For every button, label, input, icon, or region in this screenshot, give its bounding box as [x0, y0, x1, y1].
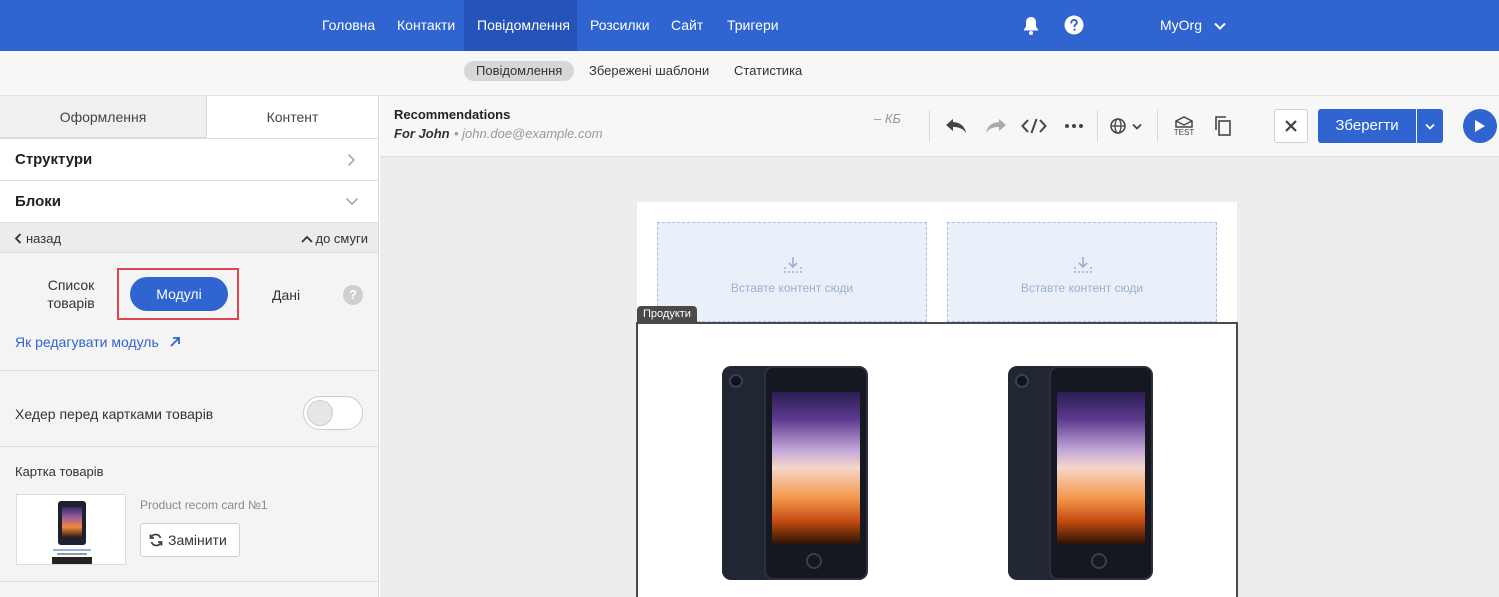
chevron-down-icon	[1214, 23, 1226, 31]
chevron-left-icon	[14, 233, 22, 244]
products-tag: Продукти	[637, 306, 697, 323]
refresh-icon	[149, 533, 163, 547]
external-link-icon	[170, 337, 180, 347]
blocks-title: Блоки	[15, 193, 62, 210]
email-body: Вставте контент сюди Вставте контент сюд…	[636, 202, 1238, 597]
subnav-saved-templates[interactable]: Збережені шаблони	[577, 61, 721, 81]
redo-icon[interactable]	[980, 110, 1012, 142]
download-icon	[784, 257, 802, 273]
test-send-button[interactable]: TEST	[1168, 110, 1200, 142]
recipient-name: For John	[394, 126, 450, 141]
chevron-down-icon	[1425, 123, 1435, 130]
save-button[interactable]: Зберегти	[1318, 109, 1416, 143]
mode-modules-button[interactable]: Модулі	[130, 277, 228, 311]
dropzone-left[interactable]: Вставте контент сюди	[657, 222, 927, 322]
close-icon[interactable]	[1274, 109, 1308, 143]
nav-site[interactable]: Сайт	[658, 0, 716, 51]
nav-home[interactable]: Головна	[309, 0, 388, 51]
code-icon[interactable]	[1018, 110, 1050, 142]
toggle-knob	[307, 400, 333, 426]
module-navbar: назад до смуги	[0, 223, 378, 253]
sidebar-tabs: Оформлення Контент	[0, 96, 378, 138]
language-dropdown[interactable]	[1105, 110, 1147, 142]
bell-icon[interactable]	[1018, 13, 1044, 39]
product-card-section: Картка товарів Product recom card №1 Зам…	[0, 447, 378, 582]
chevron-right-icon	[347, 153, 356, 167]
back-label: назад	[26, 231, 62, 246]
message-size: – КБ	[874, 111, 901, 126]
module-mode-section: Список товарів Модулі Дані ? Як редагува…	[0, 253, 378, 371]
dropzone-right[interactable]: Вставте контент сюди	[947, 222, 1217, 322]
nav-campaigns[interactable]: Розсилки	[577, 0, 663, 51]
structures-title: Структури	[15, 151, 93, 168]
card-name: Product recom card №1	[140, 498, 268, 512]
more-icon[interactable]	[1058, 110, 1090, 142]
product-image-front	[764, 366, 868, 580]
test-label: TEST	[1173, 127, 1195, 137]
blocks-section[interactable]: Блоки	[0, 181, 378, 223]
header-toggle-switch[interactable]	[303, 396, 363, 430]
undo-icon[interactable]	[940, 110, 972, 142]
recipient-email-text: john.doe@example.com	[462, 126, 603, 141]
mode-data[interactable]: Дані	[272, 287, 300, 303]
to-stripe-label: до смуги	[315, 231, 368, 246]
help-module-link[interactable]: Як редагувати модуль	[15, 334, 181, 350]
chevron-down-icon	[345, 197, 359, 206]
message-title: Recommendations	[394, 107, 511, 122]
product-card-title: Картка товарів	[15, 464, 104, 479]
email-canvas: Вставте контент сюди Вставте контент сюд…	[380, 157, 1499, 597]
structures-section[interactable]: Структури	[0, 138, 378, 181]
play-icon[interactable]	[1463, 109, 1497, 143]
subnav-statistics[interactable]: Статистика	[722, 61, 814, 81]
save-options-button[interactable]	[1417, 109, 1443, 143]
tab-design[interactable]: Оформлення	[0, 96, 207, 138]
envelope-icon	[1175, 115, 1193, 128]
help-module-link-label: Як редагувати модуль	[15, 334, 159, 350]
replace-label: Замінити	[168, 532, 227, 548]
card-thumbnail[interactable]	[16, 494, 126, 565]
editor-toolbar: Recommendations For John • john.doe@exam…	[380, 96, 1499, 157]
products-module[interactable]	[636, 322, 1238, 597]
top-navigation: Головна Контакти Повідомлення Розсилки С…	[0, 0, 1499, 51]
download-icon	[1074, 257, 1092, 273]
mode-product-list[interactable]: Список товарів	[43, 276, 99, 312]
org-name: MyOrg	[1160, 17, 1202, 33]
thumbnail-phone	[58, 501, 86, 545]
header-toggle-label: Хедер перед картками товарів	[15, 406, 214, 422]
nav-messages[interactable]: Повідомлення	[464, 0, 577, 51]
recipient-email: • john.doe@example.com	[454, 126, 603, 141]
help-icon[interactable]	[1062, 13, 1086, 37]
subnav-messages[interactable]: Повідомлення	[464, 61, 575, 81]
to-stripe-button[interactable]: до смуги	[301, 231, 368, 246]
tab-content[interactable]: Контент	[207, 96, 378, 138]
replace-button[interactable]: Замінити	[140, 523, 240, 557]
nav-contacts[interactable]: Контакти	[384, 0, 468, 51]
back-button[interactable]: назад	[14, 231, 61, 246]
header-toggle-section: Хедер перед картками товарів	[0, 371, 378, 447]
dropzone-right-text: Вставте контент сюди	[1020, 281, 1144, 295]
copy-icon[interactable]	[1207, 110, 1239, 142]
question-icon[interactable]: ?	[343, 285, 363, 305]
chevron-down-icon	[1132, 123, 1142, 130]
nav-triggers[interactable]: Тригери	[714, 0, 792, 51]
dropzone-left-text: Вставте контент сюди	[730, 281, 854, 295]
product-image-front	[1049, 366, 1153, 580]
globe-icon	[1110, 118, 1126, 134]
app-root: Головна Контакти Повідомлення Розсилки С…	[0, 0, 1499, 597]
editor-sidebar: Оформлення Контент Структури Блоки назад…	[0, 96, 379, 597]
chevron-up-icon	[301, 235, 314, 243]
org-switcher[interactable]: MyOrg	[1147, 0, 1239, 51]
sub-navigation: Повідомлення Збережені шаблони Статистик…	[0, 51, 1499, 96]
